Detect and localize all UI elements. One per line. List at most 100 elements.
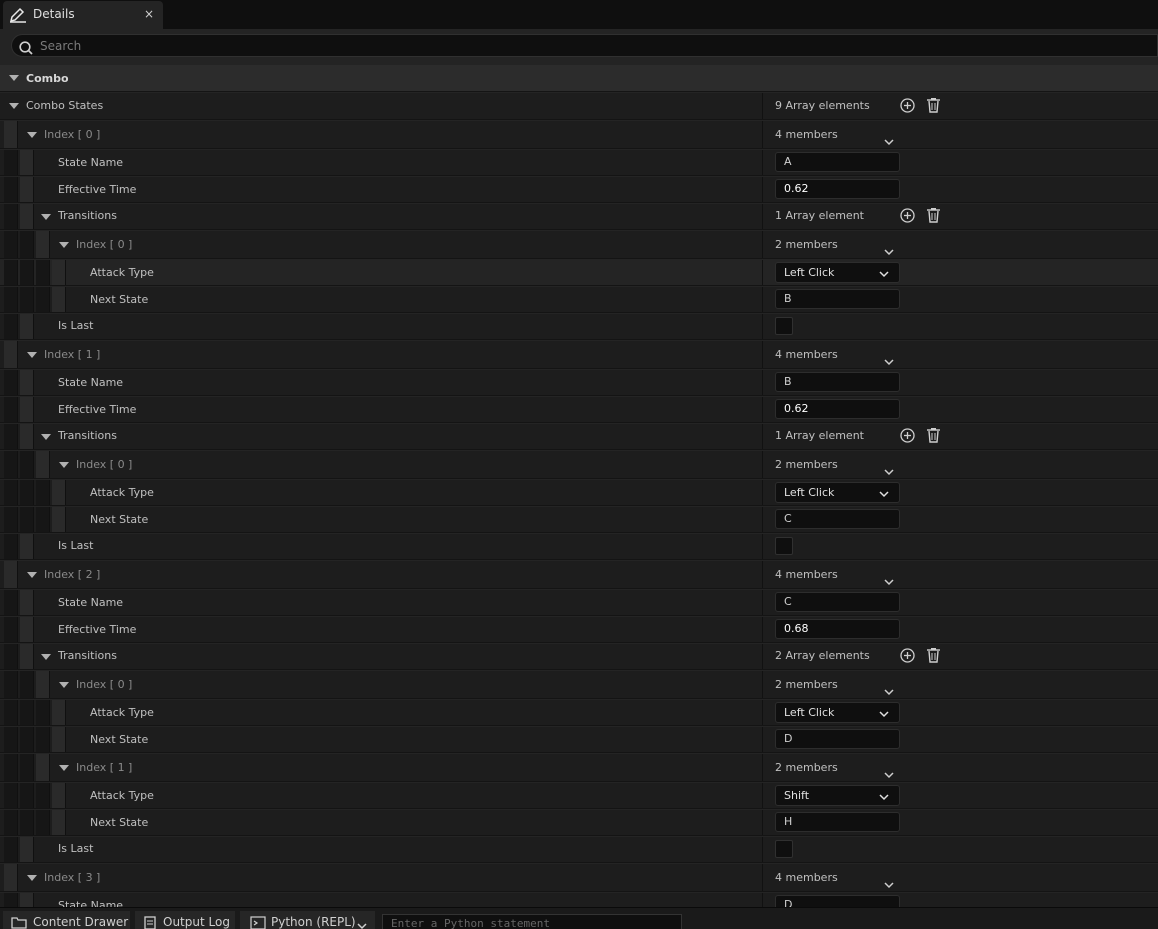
add-element-icon[interactable] xyxy=(900,648,915,667)
state-name-label: State Name xyxy=(58,376,124,389)
row-effective-time: Effective Time 0.62 xyxy=(0,177,1158,203)
chevron-down-icon[interactable] xyxy=(884,241,894,260)
row-attack-type: Attack Type Left Click xyxy=(0,260,1158,286)
chevron-down-icon xyxy=(357,919,367,929)
expand-arrow-icon[interactable] xyxy=(27,875,37,881)
chevron-down-icon[interactable] xyxy=(884,131,894,150)
attack-type-dropdown[interactable]: Left Click xyxy=(775,482,900,503)
property-list: Combo Combo States 9 Array elements Inde… xyxy=(0,65,1158,907)
next-state-field[interactable]: H xyxy=(775,812,900,832)
row-state-index[interactable]: Index [ 0 ] 4 members xyxy=(0,121,1158,149)
chevron-down-icon xyxy=(879,268,889,281)
is-last-checkbox[interactable] xyxy=(775,840,793,858)
attack-type-dropdown[interactable]: Shift xyxy=(775,785,900,806)
attack-type-value: Shift xyxy=(784,789,810,802)
content-drawer-label: Content Drawer xyxy=(33,915,129,929)
row-state-index[interactable]: Index [ 3 ] 4 members xyxy=(0,864,1158,892)
row-is-last: Is Last xyxy=(0,534,1158,560)
expand-arrow-icon[interactable] xyxy=(59,462,69,468)
effective-time-field[interactable]: 0.62 xyxy=(775,179,900,199)
transitions-label: Transitions xyxy=(58,649,117,662)
python-mode-label: Python (REPL) xyxy=(271,915,356,929)
row-state-index[interactable]: Index [ 2 ] 4 members xyxy=(0,561,1158,589)
is-last-checkbox[interactable] xyxy=(775,317,793,335)
delete-all-icon[interactable] xyxy=(926,647,941,667)
members-count: 2 members xyxy=(775,761,838,774)
tab-title: Details xyxy=(33,7,75,21)
delete-all-icon[interactable] xyxy=(926,427,941,447)
array-count: 9 Array elements xyxy=(775,99,870,112)
chevron-down-icon[interactable] xyxy=(884,874,894,893)
row-state-index[interactable]: Index [ 1 ] 4 members xyxy=(0,341,1158,369)
state-name-field[interactable]: A xyxy=(775,152,900,172)
close-icon[interactable]: × xyxy=(144,7,154,21)
expand-arrow-icon[interactable] xyxy=(41,434,51,440)
content-drawer-button[interactable]: Content Drawer xyxy=(3,911,130,929)
folder-icon xyxy=(11,916,27,929)
expand-arrow-icon[interactable] xyxy=(59,242,69,248)
expand-arrow-icon[interactable] xyxy=(9,75,19,81)
attack-type-dropdown[interactable]: Left Click xyxy=(775,262,900,283)
members-count: 4 members xyxy=(775,128,838,141)
is-last-checkbox[interactable] xyxy=(775,537,793,555)
row-transition-index[interactable]: Index [ 1 ] 2 members xyxy=(0,754,1158,782)
expand-arrow-icon[interactable] xyxy=(41,214,51,220)
expand-arrow-icon[interactable] xyxy=(59,765,69,771)
delete-all-icon[interactable] xyxy=(926,97,941,117)
expand-arrow-icon[interactable] xyxy=(27,132,37,138)
effective-time-field[interactable]: 0.68 xyxy=(775,619,900,639)
row-transition-index[interactable]: Index [ 0 ] 2 members xyxy=(0,231,1158,259)
row-effective-time: Effective Time 0.68 xyxy=(0,617,1158,643)
expand-arrow-icon[interactable] xyxy=(27,352,37,358)
details-window: { "tab": {"title": "Details", "close": "… xyxy=(0,0,1158,929)
expand-arrow-icon[interactable] xyxy=(27,572,37,578)
attack-type-label: Attack Type xyxy=(90,486,154,499)
expand-arrow-icon[interactable] xyxy=(59,682,69,688)
attack-type-value: Left Click xyxy=(784,486,835,499)
category-combo[interactable]: Combo xyxy=(0,65,1158,92)
attack-type-dropdown[interactable]: Left Click xyxy=(775,702,900,723)
row-combo-states: Combo States 9 Array elements xyxy=(0,93,1158,120)
category-label: Combo xyxy=(26,72,69,85)
row-transition-index[interactable]: Index [ 0 ] 2 members xyxy=(0,671,1158,699)
add-element-icon[interactable] xyxy=(900,208,915,227)
attack-type-value: Left Click xyxy=(784,266,835,279)
chevron-down-icon[interactable] xyxy=(884,764,894,783)
next-state-field[interactable]: C xyxy=(775,509,900,529)
output-log-button[interactable]: Output Log xyxy=(135,911,235,929)
add-element-icon[interactable] xyxy=(900,98,915,117)
row-next-state: Next State D xyxy=(0,727,1158,753)
chevron-down-icon[interactable] xyxy=(884,571,894,590)
python-command-input[interactable]: Enter a Python statement xyxy=(382,914,682,929)
effective-time-field[interactable]: 0.62 xyxy=(775,399,900,419)
is-last-label: Is Last xyxy=(58,842,94,855)
delete-all-icon[interactable] xyxy=(926,207,941,227)
array-count: 1 Array element xyxy=(775,429,864,442)
state-name-field[interactable]: D xyxy=(775,895,900,907)
chevron-down-icon xyxy=(879,791,889,804)
attack-type-label: Attack Type xyxy=(90,266,154,279)
expand-arrow-icon[interactable] xyxy=(41,654,51,660)
transitions-label: Transitions xyxy=(58,429,117,442)
chevron-down-icon[interactable] xyxy=(884,461,894,480)
index-label: Index [ 0 ] xyxy=(44,128,101,141)
state-name-field[interactable]: B xyxy=(775,372,900,392)
expand-arrow-icon[interactable] xyxy=(9,103,19,109)
members-count: 4 members xyxy=(775,348,838,361)
next-state-field[interactable]: D xyxy=(775,729,900,749)
chevron-down-icon xyxy=(879,488,889,501)
add-element-icon[interactable] xyxy=(900,428,915,447)
search-bar[interactable] xyxy=(11,34,1158,57)
search-input[interactable] xyxy=(40,37,1140,54)
python-mode-dropdown[interactable]: Python (REPL) xyxy=(240,911,375,929)
row-transition-index[interactable]: Index [ 0 ] 2 members xyxy=(0,451,1158,479)
transitions-label: Transitions xyxy=(58,209,117,222)
state-name-field[interactable]: C xyxy=(775,592,900,612)
tab-details[interactable]: Details × xyxy=(3,1,163,29)
next-state-label: Next State xyxy=(90,513,149,526)
chevron-down-icon[interactable] xyxy=(884,351,894,370)
next-state-field[interactable]: B xyxy=(775,289,900,309)
chevron-down-icon[interactable] xyxy=(884,681,894,700)
members-count: 4 members xyxy=(775,871,838,884)
row-effective-time: Effective Time 0.62 xyxy=(0,397,1158,423)
